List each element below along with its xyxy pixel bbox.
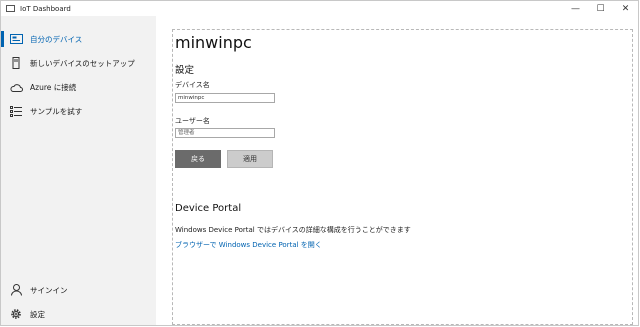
minimize-button[interactable]: —	[563, 1, 588, 16]
device-name-input[interactable]	[175, 93, 275, 103]
maximize-button[interactable]: ☐	[588, 1, 613, 16]
sidebar-item-label: 設定	[30, 309, 45, 319]
sidebar-item-sign-in[interactable]: サインイン	[1, 279, 156, 301]
close-button[interactable]: ✕	[613, 1, 638, 16]
sidebar-item-label: サンプルを試す	[30, 106, 83, 116]
apply-button[interactable]: 適用	[227, 150, 273, 168]
settings-heading: 設定	[175, 65, 195, 76]
sidebar-item-label: 新しいデバイスのセットアップ	[30, 58, 135, 68]
device-name-title: minwinpc	[175, 33, 252, 52]
sidebar-item-setup-device[interactable]: 新しいデバイスのセットアップ	[1, 52, 156, 74]
list-icon	[9, 104, 23, 118]
user-name-label: ユーザー名	[175, 117, 210, 125]
window-title: IoT Dashboard	[20, 4, 71, 13]
device-portal-description: Windows Device Portal ではデバイスの詳細な構成を行うことが…	[175, 226, 411, 234]
device-portal-heading: Device Portal	[175, 203, 242, 214]
sidebar-item-label: サインイン	[30, 285, 68, 295]
device-name-label: デバイス名	[175, 81, 210, 89]
device-icon	[9, 32, 23, 46]
device-settings-panel: minwinpc 設定 デバイス名 ユーザー名 戻る 適用 Device Por…	[172, 29, 633, 325]
sidebar-item-samples[interactable]: サンプルを試す	[1, 100, 156, 122]
person-icon	[9, 283, 23, 297]
sidebar-item-my-devices[interactable]: 自分のデバイス	[1, 28, 156, 50]
gear-icon	[9, 307, 23, 321]
sidebar-item-settings[interactable]: 設定	[1, 303, 156, 325]
back-button[interactable]: 戻る	[175, 150, 221, 168]
cloud-icon	[9, 80, 23, 94]
user-name-input[interactable]	[175, 128, 275, 138]
sidebar: 自分のデバイス 新しいデバイスのセットアップ Azure に接続 サンプルを試す…	[1, 16, 156, 325]
app-window: IoT Dashboard — ☐ ✕ 自分のデバイス 新しいデバイスのセットア…	[0, 0, 639, 326]
window-controls: — ☐ ✕	[563, 1, 638, 16]
app-window-icon	[6, 5, 15, 12]
open-device-portal-link[interactable]: ブラウザーで Windows Device Portal を開く	[175, 240, 322, 250]
sidebar-item-label: Azure に接続	[30, 82, 77, 92]
sidebar-item-azure[interactable]: Azure に接続	[1, 76, 156, 98]
sd-card-icon	[9, 56, 23, 70]
sidebar-item-label: 自分のデバイス	[30, 34, 83, 44]
title-bar[interactable]: IoT Dashboard — ☐ ✕	[1, 1, 638, 16]
